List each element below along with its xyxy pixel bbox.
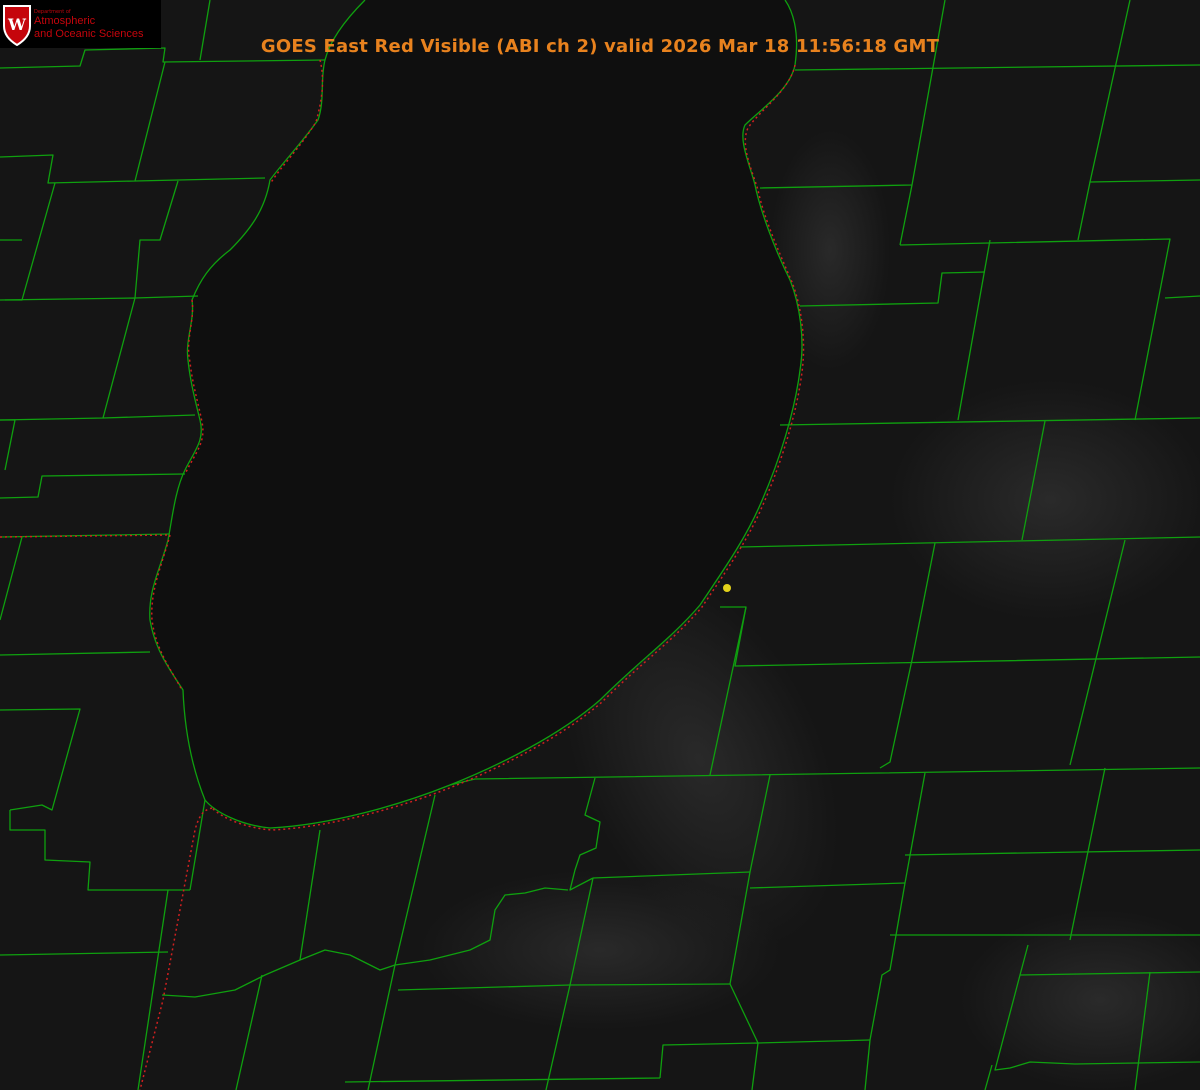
satellite-map [0, 0, 1200, 1090]
logo-line-1: Atmospheric [34, 15, 96, 27]
station-marker [723, 584, 731, 592]
image-title: GOES East Red Visible (ABI ch 2) valid 2… [260, 36, 940, 57]
svg-text:W: W [7, 15, 27, 34]
